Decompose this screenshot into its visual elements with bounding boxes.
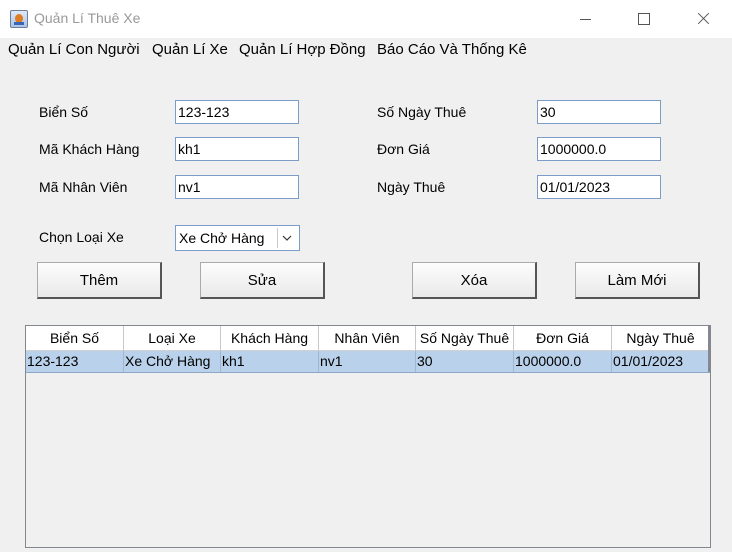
so-ngay-thue-label: Số Ngày Thuê bbox=[377, 104, 467, 120]
chon-loai-xe-label: Chọn Loại Xe bbox=[39, 229, 124, 245]
column-header-nhan-vien[interactable]: Nhân Viên bbox=[319, 326, 416, 350]
column-header-bien-so[interactable]: Biển Số bbox=[26, 326, 124, 350]
lam-moi-button[interactable]: Làm Mới bbox=[575, 262, 700, 299]
loai-xe-select[interactable]: Xe Chở Hàng bbox=[175, 225, 300, 251]
so-ngay-thue-field[interactable] bbox=[537, 100, 661, 124]
ma-nhan-vien-label: Mã Nhân Viên bbox=[39, 179, 128, 195]
cell-khach-hang: kh1 bbox=[221, 351, 319, 372]
chevron-down-icon[interactable] bbox=[280, 232, 294, 244]
cell-ngay-thue: 01/01/2023 bbox=[612, 351, 710, 372]
bien-so-field[interactable] bbox=[175, 100, 299, 124]
ma-khach-hang-field[interactable] bbox=[175, 137, 299, 161]
menu-quan-li-xe[interactable]: Quản Lí Xe bbox=[152, 41, 228, 58]
table-edge-divider bbox=[708, 326, 710, 372]
combo-divider bbox=[277, 228, 278, 248]
menu-bar: Quản Lí Con Người Quản Lí Xe Quản Lí Hợp… bbox=[0, 38, 732, 62]
sua-button[interactable]: Sửa bbox=[200, 262, 325, 299]
menu-quan-li-hop-dong[interactable]: Quản Lí Hợp Đồng bbox=[239, 41, 366, 58]
minimize-icon[interactable] bbox=[562, 0, 608, 38]
menu-bao-cao-va-thong-ke[interactable]: Báo Cáo Và Thống Kê bbox=[377, 41, 527, 58]
rental-table[interactable]: Biển Số Loại Xe Khách Hàng Nhân Viên Số … bbox=[25, 325, 711, 548]
java-app-icon bbox=[10, 10, 28, 28]
column-header-khach-hang[interactable]: Khách Hàng bbox=[221, 326, 319, 350]
cell-nhan-vien: nv1 bbox=[319, 351, 416, 372]
column-header-ngay-thue[interactable]: Ngày Thuê bbox=[612, 326, 710, 350]
table-row[interactable]: 123-123 Xe Chở Hàng kh1 nv1 30 1000000.0… bbox=[26, 351, 710, 373]
window-title: Quản Lí Thuê Xe bbox=[34, 10, 141, 26]
loai-xe-selected-value: Xe Chở Hàng bbox=[179, 230, 265, 246]
title-bar: Quản Lí Thuê Xe bbox=[0, 0, 732, 38]
don-gia-field[interactable] bbox=[537, 137, 661, 161]
ma-nhan-vien-field[interactable] bbox=[175, 175, 299, 199]
cell-loai-xe: Xe Chở Hàng bbox=[124, 351, 221, 372]
close-icon[interactable] bbox=[680, 0, 726, 38]
them-button[interactable]: Thêm bbox=[37, 262, 162, 299]
don-gia-label: Đơn Giá bbox=[377, 141, 430, 157]
cell-bien-so: 123-123 bbox=[26, 351, 124, 372]
ngay-thue-label: Ngày Thuê bbox=[377, 179, 446, 195]
menu-quan-li-con-nguoi[interactable]: Quản Lí Con Người bbox=[8, 41, 140, 58]
column-header-don-gia[interactable]: Đơn Giá bbox=[514, 326, 612, 350]
bien-so-label: Biển Số bbox=[39, 104, 89, 120]
column-header-so-ngay-thue[interactable]: Số Ngày Thuê bbox=[416, 326, 514, 350]
maximize-icon[interactable] bbox=[620, 0, 666, 38]
table-header: Biển Số Loại Xe Khách Hàng Nhân Viên Số … bbox=[26, 326, 710, 351]
column-header-loai-xe[interactable]: Loại Xe bbox=[124, 326, 221, 350]
cell-don-gia: 1000000.0 bbox=[514, 351, 612, 372]
xoa-button[interactable]: Xóa bbox=[412, 262, 537, 299]
ma-khach-hang-label: Mã Khách Hàng bbox=[39, 141, 140, 157]
ngay-thue-field[interactable] bbox=[537, 175, 661, 199]
cell-so-ngay-thue: 30 bbox=[416, 351, 514, 372]
